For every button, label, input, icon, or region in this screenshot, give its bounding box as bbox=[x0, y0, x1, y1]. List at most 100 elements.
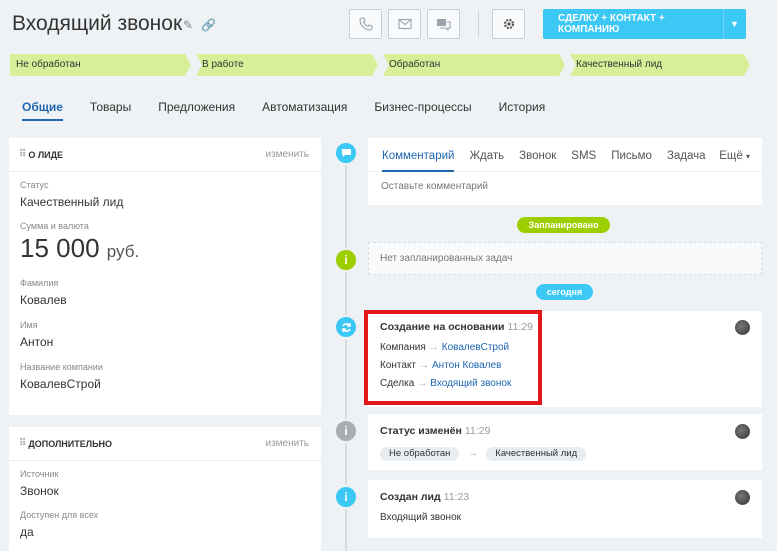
tab-offers[interactable]: Предложения bbox=[158, 100, 235, 121]
title-actions: ✎ 🔗 bbox=[183, 18, 216, 32]
chevron-down-icon[interactable]: ▼ bbox=[723, 9, 745, 39]
tab-email[interactable]: Письмо bbox=[611, 150, 652, 172]
name-label: Имя bbox=[20, 320, 38, 330]
event-status-changed: Статус изменён 11:29 Не обработан → Качес… bbox=[368, 414, 762, 470]
tab-call[interactable]: Звонок bbox=[519, 150, 556, 172]
comment-input[interactable]: Оставьте комментарий bbox=[368, 172, 762, 192]
stage-new[interactable]: Не обработан bbox=[10, 54, 191, 76]
event-lead-created: Создан лид 11:23 Входящий звонок bbox=[368, 480, 762, 538]
event-lead-created-body: Создан лид 11:23 Входящий звонок bbox=[368, 480, 762, 523]
event-title-text: Статус изменён bbox=[380, 425, 462, 437]
page-title: Входящий звонок bbox=[12, 12, 183, 35]
composer-tabs: Комментарий Ждать Звонок SMS Письмо Зада… bbox=[368, 138, 762, 172]
drag-handle-icon[interactable]: ⠿ bbox=[19, 149, 26, 160]
tab-more[interactable]: Ещё ▾ bbox=[719, 150, 750, 162]
lastname-value: Ковалев bbox=[20, 293, 67, 307]
name-value: Антон bbox=[20, 335, 54, 349]
comment-dot-icon bbox=[334, 141, 358, 165]
about-edit-link[interactable]: изменить bbox=[265, 149, 309, 160]
status-change-row: Не обработан → Качественный лид bbox=[380, 443, 762, 461]
tab-sms[interactable]: SMS bbox=[571, 150, 596, 172]
chat-icon bbox=[437, 18, 451, 31]
about-panel: ⠿ О ЛИДЕ изменить Статус Качественный ли… bbox=[9, 138, 321, 415]
stage-in-progress[interactable]: В работе bbox=[196, 54, 378, 76]
email-button[interactable] bbox=[388, 9, 421, 39]
convert-button-label: СДЕЛКУ + КОНТАКТ + КОМПАНИЮ bbox=[558, 13, 665, 35]
status-label: Статус bbox=[20, 180, 49, 190]
amount-number: 15 000 bbox=[20, 233, 100, 263]
convert-button[interactable]: СДЕЛКУ + КОНТАКТ + КОМПАНИЮ ▼ bbox=[543, 9, 746, 39]
activity-composer: Комментарий Ждать Звонок SMS Письмо Зада… bbox=[368, 138, 762, 205]
event-status-changed-body: Статус изменён 11:29 Не обработан → Качес… bbox=[368, 414, 762, 461]
tab-products[interactable]: Товары bbox=[90, 100, 131, 121]
about-panel-header: ⠿ О ЛИДЕ изменить bbox=[9, 138, 321, 172]
tab-task[interactable]: Задача bbox=[667, 150, 706, 172]
info-dot-icon: i bbox=[334, 485, 358, 509]
tab-business-processes[interactable]: Бизнес-процессы bbox=[374, 100, 471, 121]
tab-more-label: Ещё bbox=[719, 150, 743, 162]
caret-down-icon: ▾ bbox=[745, 152, 750, 161]
lastname-label: Фамилия bbox=[20, 278, 59, 288]
edit-title-icon[interactable]: ✎ bbox=[183, 18, 193, 32]
lead-created-text: Входящий звонок bbox=[380, 512, 462, 523]
available-value: да bbox=[20, 525, 34, 539]
envelope-icon bbox=[397, 18, 412, 30]
avatar[interactable] bbox=[735, 424, 750, 439]
info-dot-icon: i bbox=[334, 419, 358, 443]
highlight-box bbox=[364, 310, 542, 405]
info-dot-icon: i bbox=[334, 248, 358, 272]
status-from-chip: Не обработан bbox=[380, 447, 460, 461]
planned-badge: Запланировано bbox=[517, 217, 610, 233]
phone-icon bbox=[358, 17, 373, 31]
amount-label: Сумма и валюта bbox=[20, 221, 89, 231]
call-button[interactable] bbox=[349, 9, 382, 39]
gear-icon bbox=[503, 18, 514, 30]
extra-panel-header: ⠿ ДОПОЛНИТЕЛЬНО изменить bbox=[9, 427, 321, 461]
event-time: 11:29 bbox=[464, 425, 491, 437]
available-label: Доступен для всех bbox=[20, 510, 99, 520]
tab-automation[interactable]: Автоматизация bbox=[262, 100, 347, 121]
tab-comment[interactable]: Комментарий bbox=[382, 150, 454, 172]
source-value: Звонок bbox=[20, 484, 59, 498]
main-tabs: Общие Товары Предложения Автоматизация Б… bbox=[22, 100, 545, 121]
chat-button[interactable] bbox=[427, 9, 460, 39]
planned-card: Нет запланированных задач bbox=[368, 242, 762, 275]
extra-edit-link[interactable]: изменить bbox=[265, 438, 309, 449]
amount-value: 15 000 руб. bbox=[20, 233, 321, 264]
event-title-text: Создан лид bbox=[380, 491, 441, 503]
about-panel-title: О ЛИДЕ bbox=[28, 149, 64, 160]
tab-history[interactable]: История bbox=[499, 100, 546, 121]
company-value: КовалевСтрой bbox=[20, 377, 101, 391]
extra-panel-title: ДОПОЛНИТЕЛЬНО bbox=[28, 438, 113, 449]
event-title: Создан лид 11:23 bbox=[380, 491, 762, 503]
lastname-field: Фамилия Ковалев bbox=[9, 278, 321, 307]
name-field: Имя Антон bbox=[9, 320, 321, 349]
tab-wait[interactable]: Ждать bbox=[469, 150, 504, 172]
avatar[interactable] bbox=[735, 320, 750, 335]
stage-qualified[interactable]: Качественный лид bbox=[570, 54, 750, 76]
status-field: Статус Качественный лид bbox=[9, 180, 321, 209]
link-icon[interactable]: 🔗 bbox=[201, 18, 216, 32]
company-label: Название компании bbox=[20, 362, 103, 372]
status-value: Качественный лид bbox=[20, 195, 124, 209]
extra-panel: ⠿ ДОПОЛНИТЕЛЬНО изменить Источник Звонок… bbox=[9, 427, 321, 551]
settings-button[interactable] bbox=[492, 9, 525, 39]
amount-currency: руб. bbox=[106, 242, 140, 261]
source-label: Источник bbox=[20, 469, 59, 479]
available-field: Доступен для всех да bbox=[9, 510, 321, 539]
stage-bar: Не обработан В работе Обработан Качестве… bbox=[10, 54, 755, 76]
drag-handle-icon[interactable]: ⠿ bbox=[19, 438, 26, 449]
avatar[interactable] bbox=[735, 490, 750, 505]
source-field: Источник Звонок bbox=[9, 469, 321, 498]
today-badge: сегодня bbox=[536, 284, 593, 300]
amount-field: Сумма и валюта 15 000 руб. bbox=[9, 221, 321, 264]
stage-processed[interactable]: Обработан bbox=[383, 54, 565, 76]
status-to-chip: Качественный лид bbox=[486, 447, 587, 461]
header-divider bbox=[478, 10, 479, 38]
tab-general[interactable]: Общие bbox=[22, 100, 63, 121]
convert-dot-icon bbox=[334, 315, 358, 339]
event-title: Статус изменён 11:29 bbox=[380, 425, 762, 437]
company-field: Название компании КовалевСтрой bbox=[9, 362, 321, 391]
planned-empty-text: Нет запланированных задач bbox=[380, 253, 513, 264]
event-time: 11:23 bbox=[443, 491, 470, 503]
